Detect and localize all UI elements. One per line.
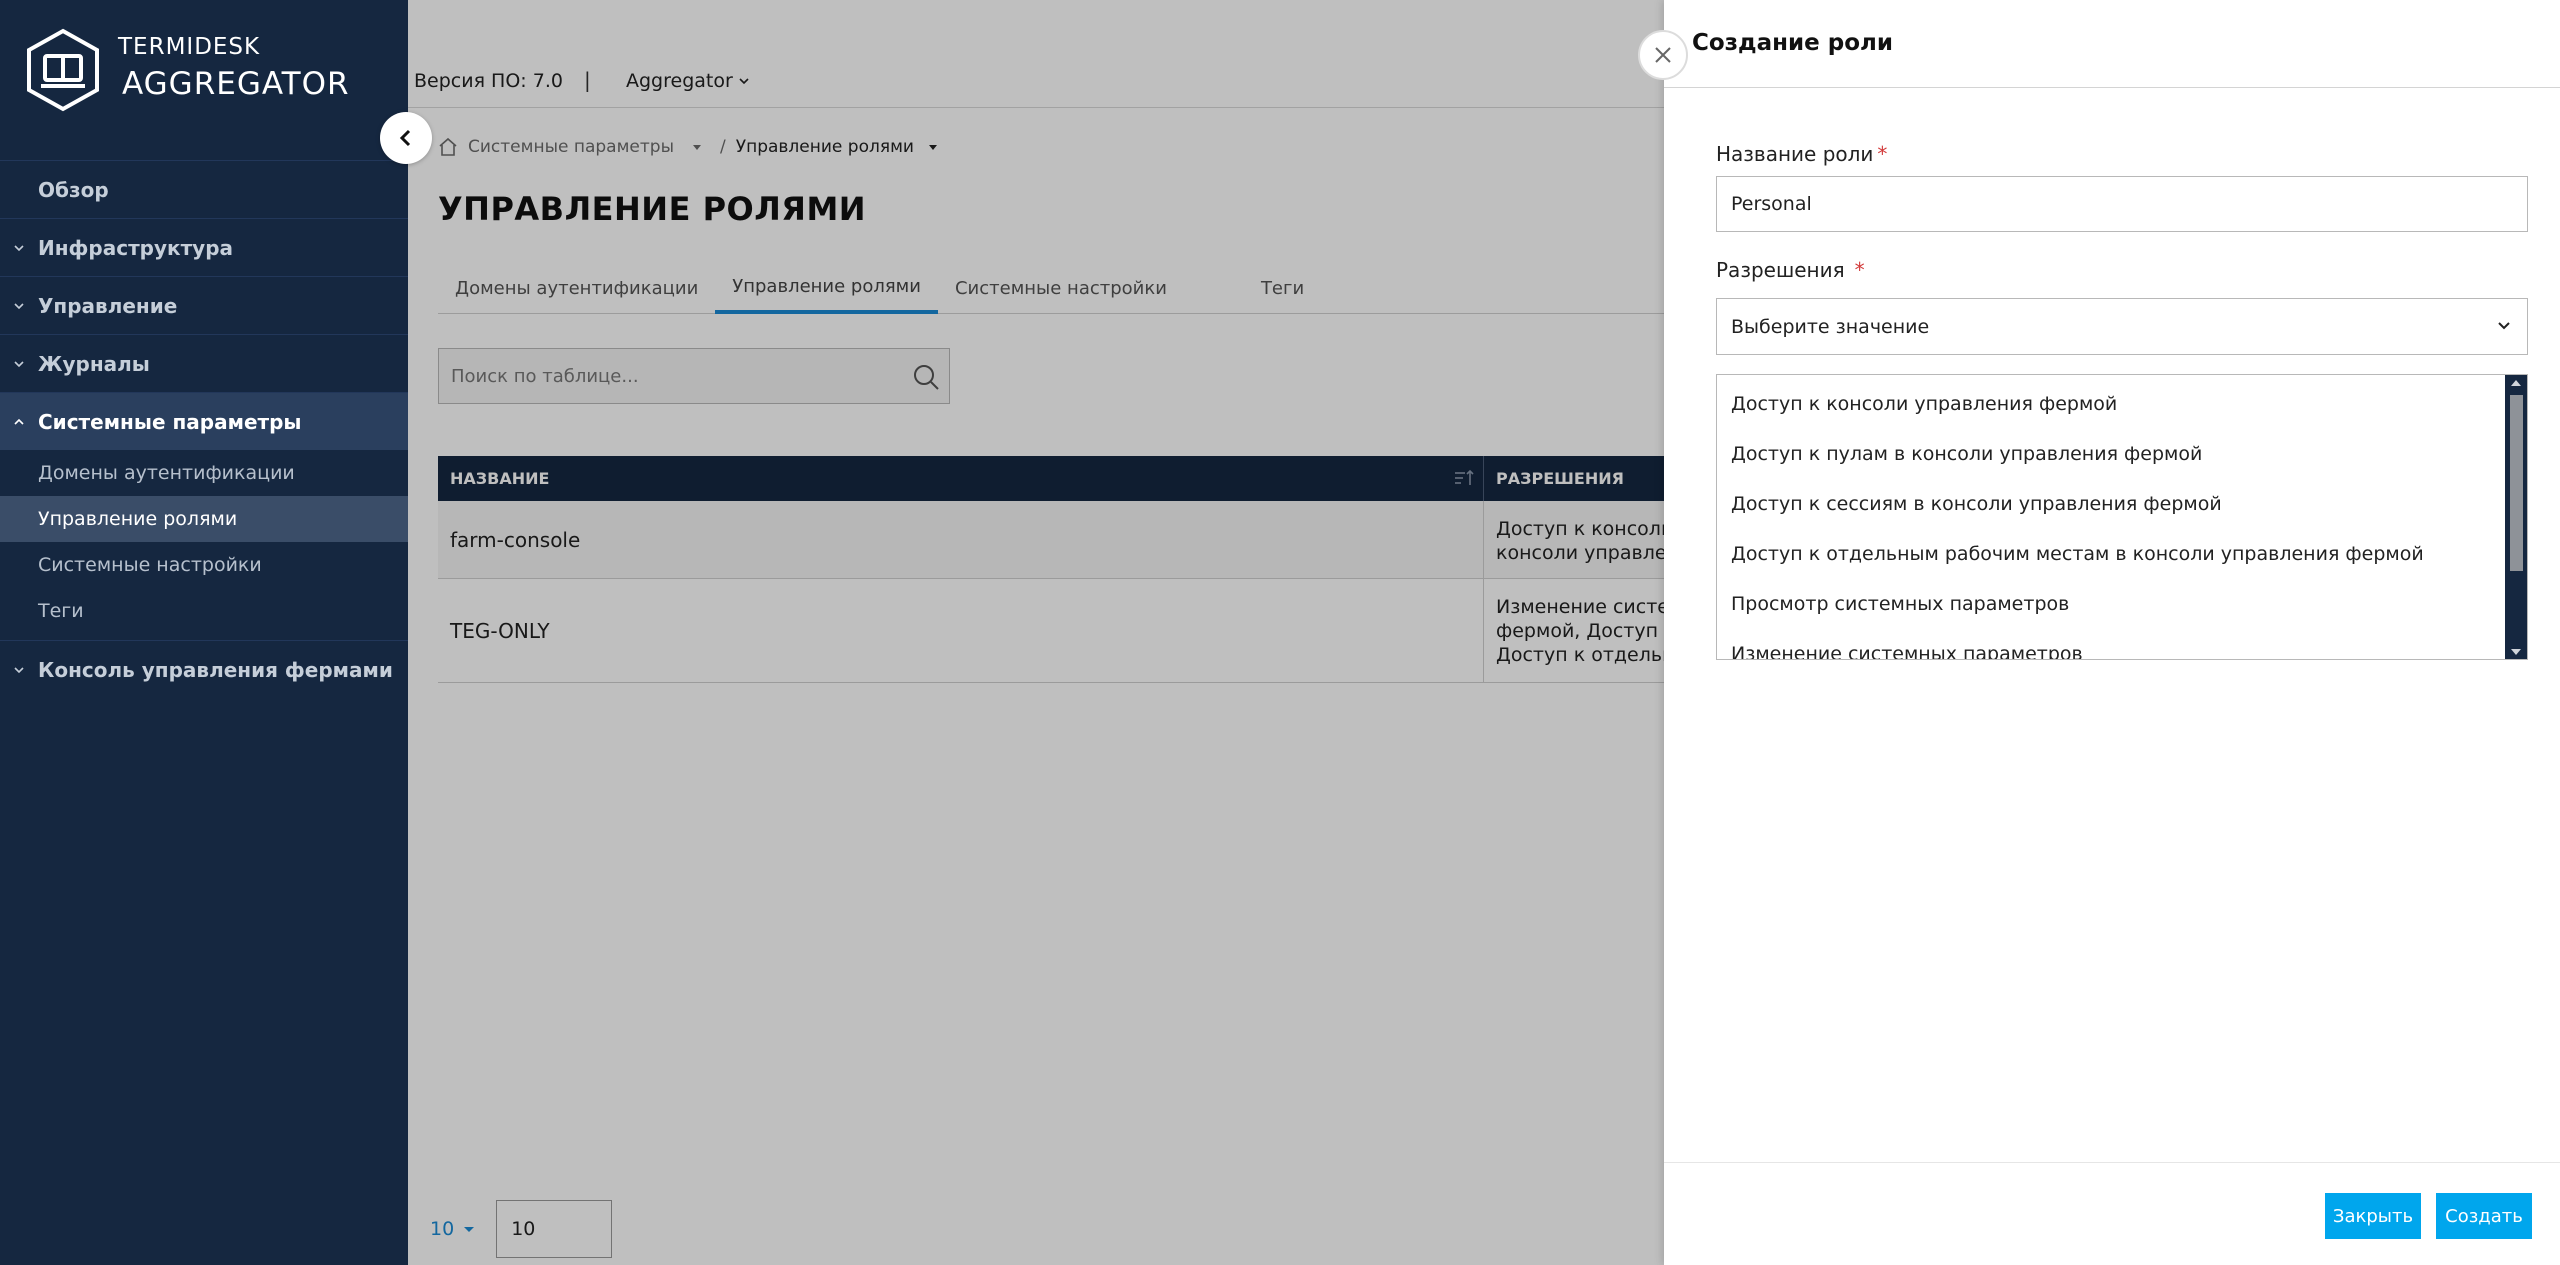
scroll-down-icon[interactable] (2511, 649, 2521, 655)
dropdown-option[interactable]: Доступ к сессиям в консоли управления фе… (1717, 479, 2527, 529)
create-button[interactable]: Создать (2436, 1193, 2532, 1239)
chevron-down-icon (2498, 322, 2510, 330)
permissions-label-text: Разрешения (1716, 258, 1845, 282)
chevron-down-icon (14, 361, 24, 368)
chevron-left-icon (399, 129, 411, 147)
sidebar-subitem-system-settings[interactable]: Системные настройки (0, 542, 408, 588)
sidebar-item-label: Управление (38, 293, 178, 318)
sidebar-item-logs[interactable]: Журналы (0, 334, 408, 392)
dropdown-option[interactable]: Доступ к отдельным рабочим местам в конс… (1717, 529, 2527, 579)
sidebar-subitem-label: Системные настройки (38, 554, 262, 576)
chevron-up-icon (14, 418, 24, 425)
chevron-down-icon (14, 245, 24, 252)
sidebar-item-label: Журналы (38, 351, 150, 376)
sidebar-item-label: Консоль управления фермами (38, 657, 393, 682)
logo-text-aggregator: AGGREGATOR (122, 66, 350, 102)
close-button[interactable]: Закрыть (2325, 1193, 2421, 1239)
sidebar: TERMIDESK AGGREGATOR Обзор Инфраструктур… (0, 0, 408, 1265)
panel-close-button[interactable] (1638, 30, 1688, 80)
sidebar-item-label: Инфраструктура (38, 235, 234, 260)
sidebar-item-management[interactable]: Управление (0, 276, 408, 334)
sidebar-item-system-parameters[interactable]: Системные параметры (0, 392, 408, 450)
permissions-dropdown: Доступ к консоли управления фермой Досту… (1716, 374, 2528, 660)
panel-header: Создание роли (1664, 0, 2560, 88)
chevron-down-icon (14, 303, 24, 310)
required-mark: * (1877, 142, 1888, 166)
role-name-label: Название роли * (1716, 142, 1887, 166)
sidebar-item-infrastructure[interactable]: Инфраструктура (0, 218, 408, 276)
scrollbar-thumb[interactable] (2510, 395, 2523, 571)
sidebar-item-overview[interactable]: Обзор (0, 160, 408, 218)
sidebar-collapse-button[interactable] (380, 112, 432, 164)
permissions-label: Разрешения * (1716, 258, 1865, 282)
sidebar-item-farm-console[interactable]: Консоль управления фермами (0, 640, 408, 698)
dropdown-option[interactable]: Изменение системных параметров (1717, 629, 2527, 659)
close-icon (1655, 47, 1671, 63)
sidebar-subitem-tags[interactable]: Теги (0, 588, 408, 634)
sidebar-subitem-label: Домены аутентификации (38, 462, 295, 484)
sidebar-subitem-label: Управление ролями (38, 508, 238, 530)
logo-text-termidesk: TERMIDESK (118, 34, 261, 60)
permissions-placeholder: Выберите значение (1731, 315, 1930, 338)
sidebar-subitem-auth-domains[interactable]: Домены аутентификации (0, 450, 408, 496)
sidebar-item-label: Системные параметры (38, 409, 302, 434)
panel-title: Создание роли (1692, 30, 1893, 56)
sidebar-subitem-role-management[interactable]: Управление ролями (0, 496, 408, 542)
modal-backdrop[interactable] (408, 0, 1664, 1265)
sidebar-nav: Обзор Инфраструктура Управление Журналы … (0, 160, 408, 698)
sidebar-submenu: Домены аутентификации Управление ролями … (0, 450, 408, 640)
panel-footer: Закрыть Создать (1664, 1162, 2560, 1265)
sidebar-subitem-label: Теги (38, 600, 84, 622)
dropdown-scrollbar[interactable] (2505, 375, 2527, 659)
role-name-value: Personal (1731, 193, 1812, 215)
role-name-input[interactable]: Personal (1716, 176, 2528, 232)
create-role-panel: Создание роли Название роли * Personal Ра… (1664, 0, 2560, 1265)
monitor-hexagon-icon (27, 28, 99, 112)
dropdown-option[interactable]: Доступ к консоли управления фермой (1717, 379, 2527, 429)
role-name-label-text: Название роли (1716, 142, 1874, 166)
permissions-select[interactable]: Выберите значение (1716, 298, 2528, 355)
required-mark: * (1854, 258, 1865, 282)
sidebar-item-label: Обзор (38, 177, 109, 202)
scroll-up-icon[interactable] (2511, 380, 2521, 386)
dropdown-option[interactable]: Доступ к пулам в консоли управления ферм… (1717, 429, 2527, 479)
chevron-down-icon (14, 667, 24, 674)
dropdown-option[interactable]: Просмотр системных параметров (1717, 579, 2527, 629)
